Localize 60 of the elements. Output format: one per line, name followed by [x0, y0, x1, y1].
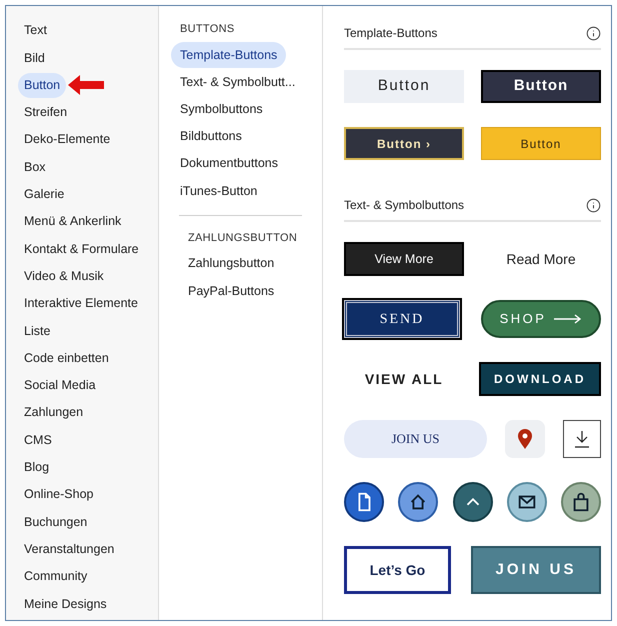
category-item[interactable]: Meine Designs	[18, 592, 113, 616]
subcategory-item[interactable]: iTunes-Button	[171, 178, 266, 204]
category-item[interactable]: Zahlungen	[18, 400, 90, 426]
category-item[interactable]: CMS	[18, 428, 58, 452]
download-icon	[574, 430, 590, 448]
download-button[interactable]: DOWNLOAD	[479, 362, 601, 396]
chevron-up-icon-button[interactable]	[452, 482, 492, 522]
template-button[interactable]: Button ›	[344, 127, 464, 160]
category-item[interactable]: Galerie	[18, 182, 70, 207]
category-item[interactable]: Text	[18, 18, 53, 44]
category-item[interactable]: Deko-Elemente	[18, 127, 116, 152]
category-item[interactable]: Social Media	[18, 373, 102, 398]
location-pin-button[interactable]	[505, 420, 545, 458]
group-heading: BUTTONS	[179, 22, 236, 37]
category-item[interactable]: Button	[18, 72, 66, 98]
arrow-icon	[554, 314, 582, 324]
subcategory-item[interactable]: Dokumentbuttons	[171, 150, 287, 178]
download-icon-button[interactable]	[563, 420, 601, 458]
category-item[interactable]: Interaktive Elemente	[18, 291, 144, 316]
shop-button[interactable]: SHOP	[481, 300, 601, 338]
template-button[interactable]: Button	[344, 70, 464, 103]
bag-icon-button[interactable]	[561, 482, 601, 522]
subcategory-item[interactable]: Symbolbuttons	[171, 96, 272, 123]
category-item[interactable]: Veranstaltungen	[18, 536, 120, 562]
subcategory-item[interactable]: Bildbuttons	[171, 123, 251, 150]
info-icon[interactable]	[586, 198, 601, 212]
category-item[interactable]: Streifen	[18, 100, 74, 125]
category-item[interactable]: Blog	[18, 455, 56, 480]
category-item[interactable]: Video & Musik	[18, 264, 110, 289]
category-item[interactable]: Liste	[18, 318, 56, 344]
template-button[interactable]: Button	[481, 70, 601, 103]
home-icon-button[interactable]	[398, 482, 438, 522]
arrow-icon	[68, 75, 104, 96]
group-heading: ZAHLUNGSBUTTON	[187, 230, 298, 246]
view-all-button[interactable]: VIEW ALL	[344, 362, 464, 396]
category-item[interactable]: Menü & Ankerlink	[18, 209, 128, 234]
subcategory-item[interactable]: PayPal-Buttons	[179, 278, 284, 304]
category-item[interactable]: Online-Shop	[18, 482, 100, 508]
send-button[interactable]: SEND	[344, 300, 460, 338]
join-us-banner-button[interactable]: JOIN US	[471, 546, 601, 594]
mail-icon-button[interactable]	[506, 482, 547, 522]
view-more-button[interactable]: View More	[344, 242, 464, 276]
section-title: Template-Buttons	[344, 25, 438, 42]
lets-go-button[interactable]: Let’s Go	[344, 546, 451, 594]
template-button[interactable]: Button	[481, 127, 601, 160]
join-us-button[interactable]: JOIN US	[344, 420, 487, 458]
subcategory-item[interactable]: Text- & Symbolbutt...	[171, 68, 304, 96]
document-icon-button[interactable]	[344, 482, 384, 522]
category-item[interactable]: Community	[18, 564, 94, 589]
subcategory-item[interactable]: Template-Buttons	[171, 42, 286, 68]
read-more-button[interactable]: Read More	[481, 242, 601, 276]
subcategory-item[interactable]: Zahlungsbutton	[179, 250, 284, 278]
category-item[interactable]: Buchungen	[18, 510, 94, 534]
category-item[interactable]: Box	[18, 154, 52, 180]
info-icon[interactable]	[586, 26, 601, 40]
category-item[interactable]: Code einbetten	[18, 346, 115, 371]
location-pin-icon	[517, 429, 533, 449]
section-title: Text- & Symbolbuttons	[344, 197, 464, 214]
category-item[interactable]: Bild	[18, 46, 51, 70]
category-item[interactable]: Kontakt & Formulare	[18, 236, 145, 262]
